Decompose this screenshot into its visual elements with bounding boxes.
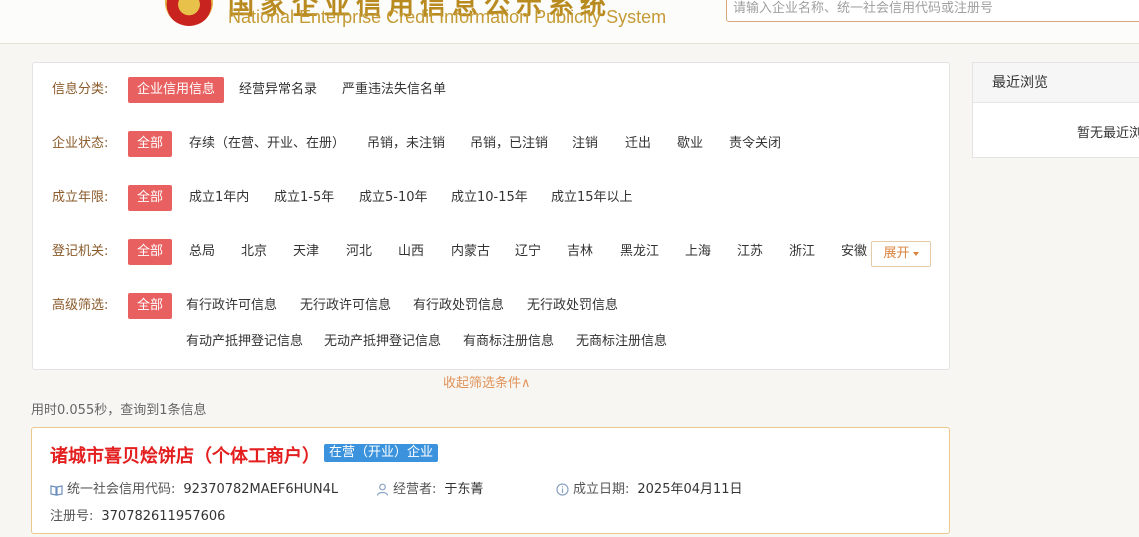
recent-empty-message: 暂无最近浏览 — [1077, 126, 1139, 141]
filter-years-5-10[interactable]: 成立5-10年 — [359, 185, 428, 211]
filter-authority-beijing[interactable]: 北京 — [241, 239, 267, 265]
collapse-filters-link[interactable]: 收起筛选条件∧ — [443, 372, 531, 391]
filter-status-cancelled[interactable]: 注销 — [572, 131, 598, 157]
filter-advanced-no-trademark[interactable]: 无商标注册信息 — [576, 329, 667, 355]
credit-code-label: 统一社会信用代码: — [67, 482, 176, 497]
credit-code-value: 92370782MAEF6HUN4L — [183, 482, 339, 497]
filter-advanced-has-trademark[interactable]: 有商标注册信息 — [463, 329, 554, 355]
filter-panel: 信息分类: 企业信用信息 经营异常名录 严重违法失信名单 企业状态: 全部 存续… — [32, 62, 950, 370]
filter-years-15-plus[interactable]: 成立15年以上 — [551, 185, 633, 211]
expand-button[interactable]: 展开 — [871, 241, 931, 267]
search-input[interactable] — [726, 0, 1139, 22]
filter-authority-liaoning[interactable]: 辽宁 — [515, 239, 541, 265]
site-title-en: National Enterprise Credit Information P… — [228, 7, 667, 27]
recent-panel: 最近浏览 暂无最近浏览 — [972, 62, 1139, 158]
filter-row-status: 企业状态: 全部 存续（在营、开业、在册） 吊销，未注销 吊销，已注销 注销 迁… — [33, 131, 951, 157]
filter-status-active[interactable]: 存续（在营、开业、在册） — [189, 131, 345, 157]
filter-authority-jilin[interactable]: 吉林 — [567, 239, 593, 265]
filter-authority-jiangsu[interactable]: 江苏 — [737, 239, 763, 265]
filter-authority-heilongjiang[interactable]: 黑龙江 — [620, 239, 659, 265]
credit-code-info: 统一社会信用代码: 92370782MAEF6HUN4L — [50, 478, 338, 497]
filter-label-status: 企业状态: — [52, 136, 109, 151]
operator-label: 经营者: — [393, 482, 437, 497]
filter-row-category: 信息分类: 企业信用信息 经营异常名录 严重违法失信名单 — [33, 77, 951, 103]
national-emblem-logo — [165, 0, 213, 26]
founded-info: 成立日期: 2025年04月11日 — [556, 478, 743, 497]
book-icon — [50, 484, 63, 496]
filter-advanced-no-license[interactable]: 无行政许可信息 — [300, 293, 391, 319]
filter-years-1[interactable]: 成立1年内 — [189, 185, 249, 211]
filter-advanced-no-mortgage[interactable]: 无动产抵押登记信息 — [324, 329, 441, 355]
filter-label-category: 信息分类: — [52, 82, 109, 97]
status-badge: 在营（开业）企业 — [324, 444, 439, 462]
filter-status-moved-out[interactable]: 迁出 — [625, 131, 651, 157]
filter-authority-tianjin[interactable]: 天津 — [293, 239, 319, 265]
company-name-link[interactable]: 诸城市喜贝烩饼店（个体工商户） — [50, 442, 320, 468]
expand-label: 展开 — [883, 246, 910, 261]
filter-status-ordered-closed[interactable]: 责令关闭 — [729, 131, 781, 157]
filter-years-all[interactable]: 全部 — [128, 185, 173, 211]
filter-authority-zhejiang[interactable]: 浙江 — [789, 239, 815, 265]
reg-no-label: 注册号: — [50, 509, 94, 524]
filter-category-credit-info[interactable]: 企业信用信息 — [128, 77, 225, 103]
site-header: 国家企业信用信息公示系统 National Enterprise Credit … — [0, 0, 1139, 44]
result-card[interactable]: 诸城市喜贝烩饼店（个体工商户） 在营（开业）企业 统一社会信用代码: 923707… — [31, 427, 950, 534]
filter-row-authority: 登记机关: 全部 总局 北京 天津 河北 山西 内蒙古 辽宁 吉林 黑龙江 上海… — [33, 239, 951, 267]
filter-status-suspended[interactable]: 歇业 — [677, 131, 703, 157]
filter-row-years: 成立年限: 全部 成立1年内 成立1-5年 成立5-10年 成立10-15年 成… — [33, 185, 951, 211]
filter-advanced-no-penalty[interactable]: 无行政处罚信息 — [527, 293, 618, 319]
chevron-down-icon — [912, 251, 919, 256]
operator-value: 于东菁 — [444, 482, 484, 497]
filter-status-all[interactable]: 全部 — [128, 131, 173, 157]
filter-advanced-has-license[interactable]: 有行政许可信息 — [186, 293, 277, 319]
filter-authority-anhui[interactable]: 安徽 — [841, 239, 867, 265]
filter-row-advanced-2: 有动产抵押登记信息 无动产抵押登记信息 有商标注册信息 无商标注册信息 — [33, 329, 951, 355]
user-icon — [376, 483, 389, 496]
filter-advanced-has-mortgage[interactable]: 有动产抵押登记信息 — [186, 329, 303, 355]
filter-authority-all[interactable]: 全部 — [128, 239, 173, 265]
filter-category-blacklist[interactable]: 严重违法失信名单 — [342, 77, 446, 103]
filter-years-1-5[interactable]: 成立1-5年 — [274, 185, 334, 211]
reg-no-info: 注册号: 370782611957606 — [50, 505, 225, 524]
founded-value: 2025年04月11日 — [637, 482, 743, 497]
filter-authority-hebei[interactable]: 河北 — [346, 239, 372, 265]
filter-row-advanced: 高级筛选: 全部 有行政许可信息 无行政许可信息 有行政处罚信息 无行政处罚信息 — [33, 293, 951, 319]
filter-authority-general[interactable]: 总局 — [189, 239, 215, 265]
filter-authority-shanxi[interactable]: 山西 — [398, 239, 424, 265]
filter-advanced-has-penalty[interactable]: 有行政处罚信息 — [413, 293, 504, 319]
filter-label-authority: 登记机关: — [52, 244, 109, 259]
filter-status-revoked-not-cancelled[interactable]: 吊销，未注销 — [367, 131, 445, 157]
filter-status-revoked-cancelled[interactable]: 吊销，已注销 — [470, 131, 548, 157]
operator-info: 经营者: 于东菁 — [376, 478, 483, 497]
recent-title: 最近浏览 — [973, 63, 1139, 103]
info-icon — [556, 483, 569, 496]
filter-label-advanced: 高级筛选: — [52, 298, 109, 313]
result-stats: 用时0.055秒，查询到1条信息 — [31, 403, 207, 418]
filter-authority-neimenggu[interactable]: 内蒙古 — [451, 239, 490, 265]
reg-no-value: 370782611957606 — [101, 509, 226, 524]
filter-authority-shanghai[interactable]: 上海 — [685, 239, 711, 265]
filter-years-10-15[interactable]: 成立10-15年 — [451, 185, 528, 211]
founded-label: 成立日期: — [573, 482, 630, 497]
filter-category-abnormal-list[interactable]: 经营异常名录 — [239, 77, 317, 103]
filter-advanced-all[interactable]: 全部 — [128, 293, 173, 319]
filter-label-years: 成立年限: — [52, 190, 109, 205]
